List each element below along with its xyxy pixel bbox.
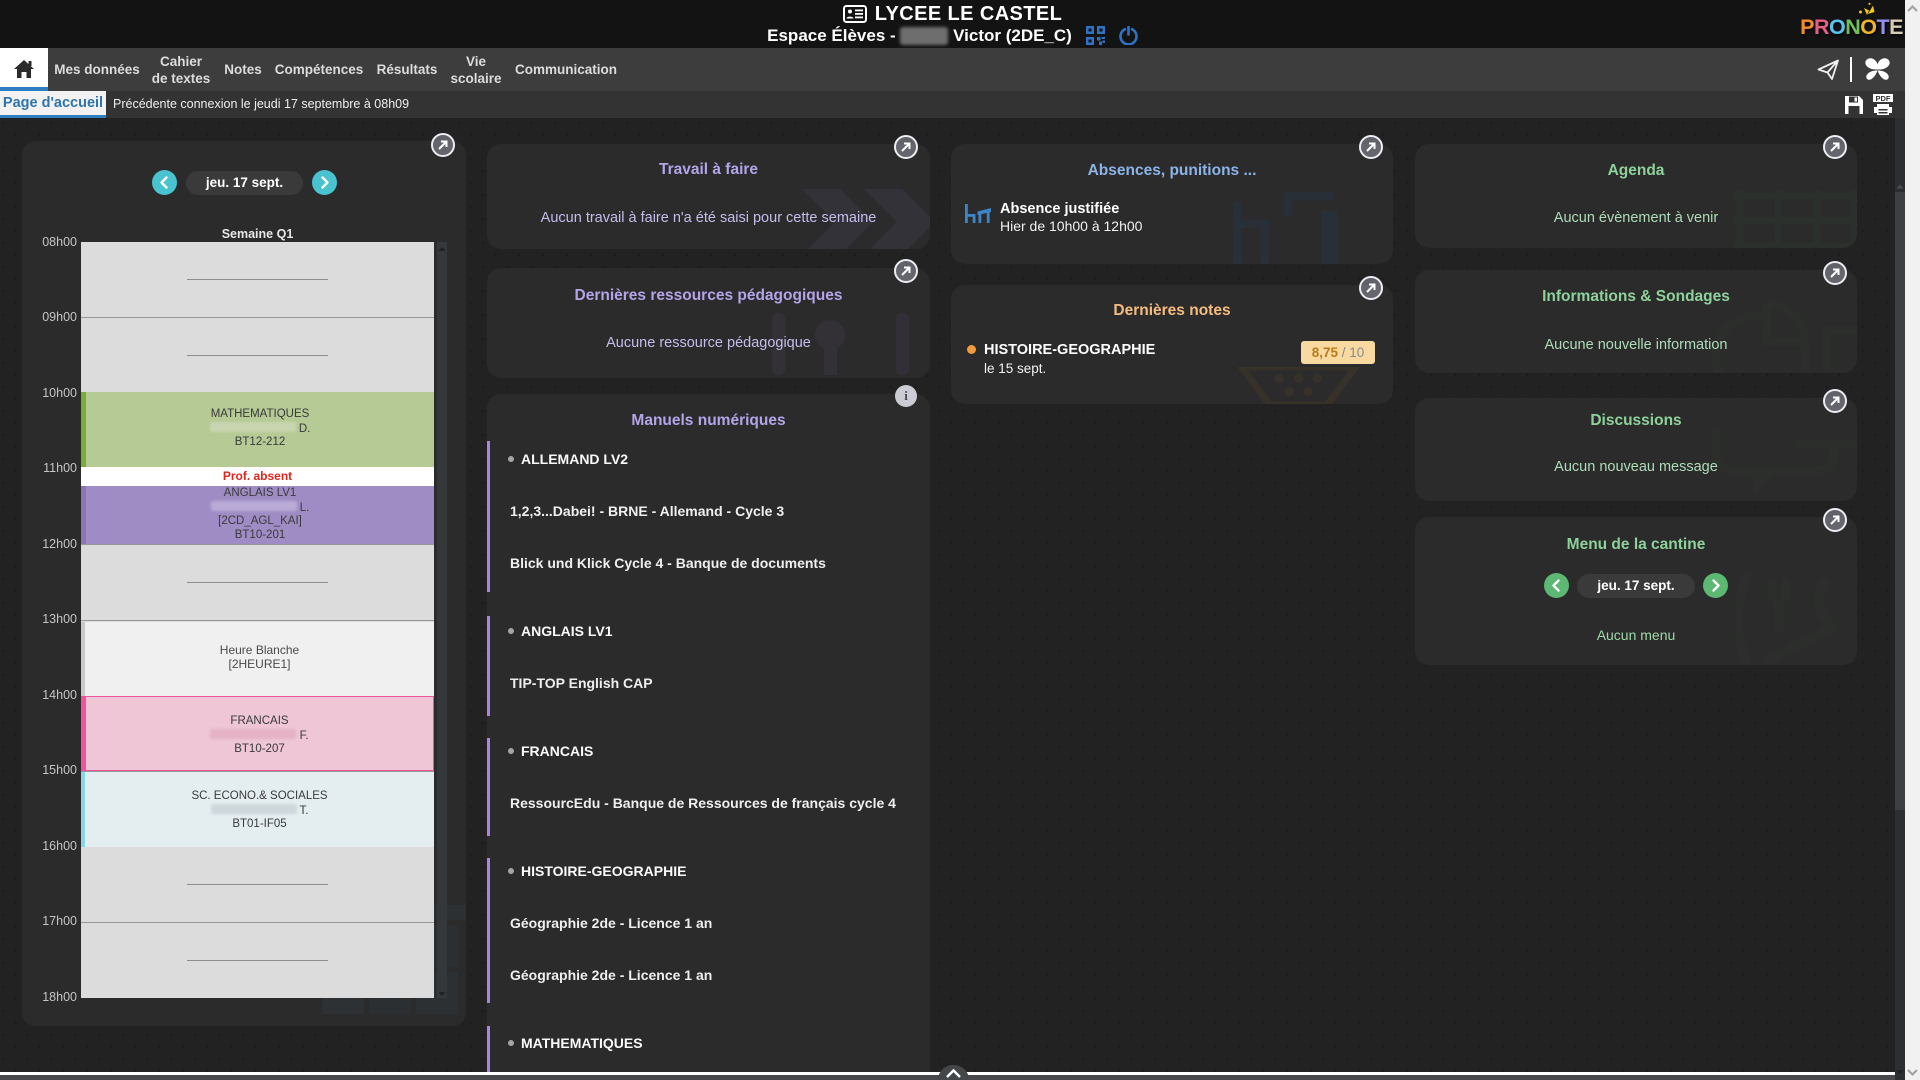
svg-text:PDF: PDF [1876, 94, 1891, 103]
